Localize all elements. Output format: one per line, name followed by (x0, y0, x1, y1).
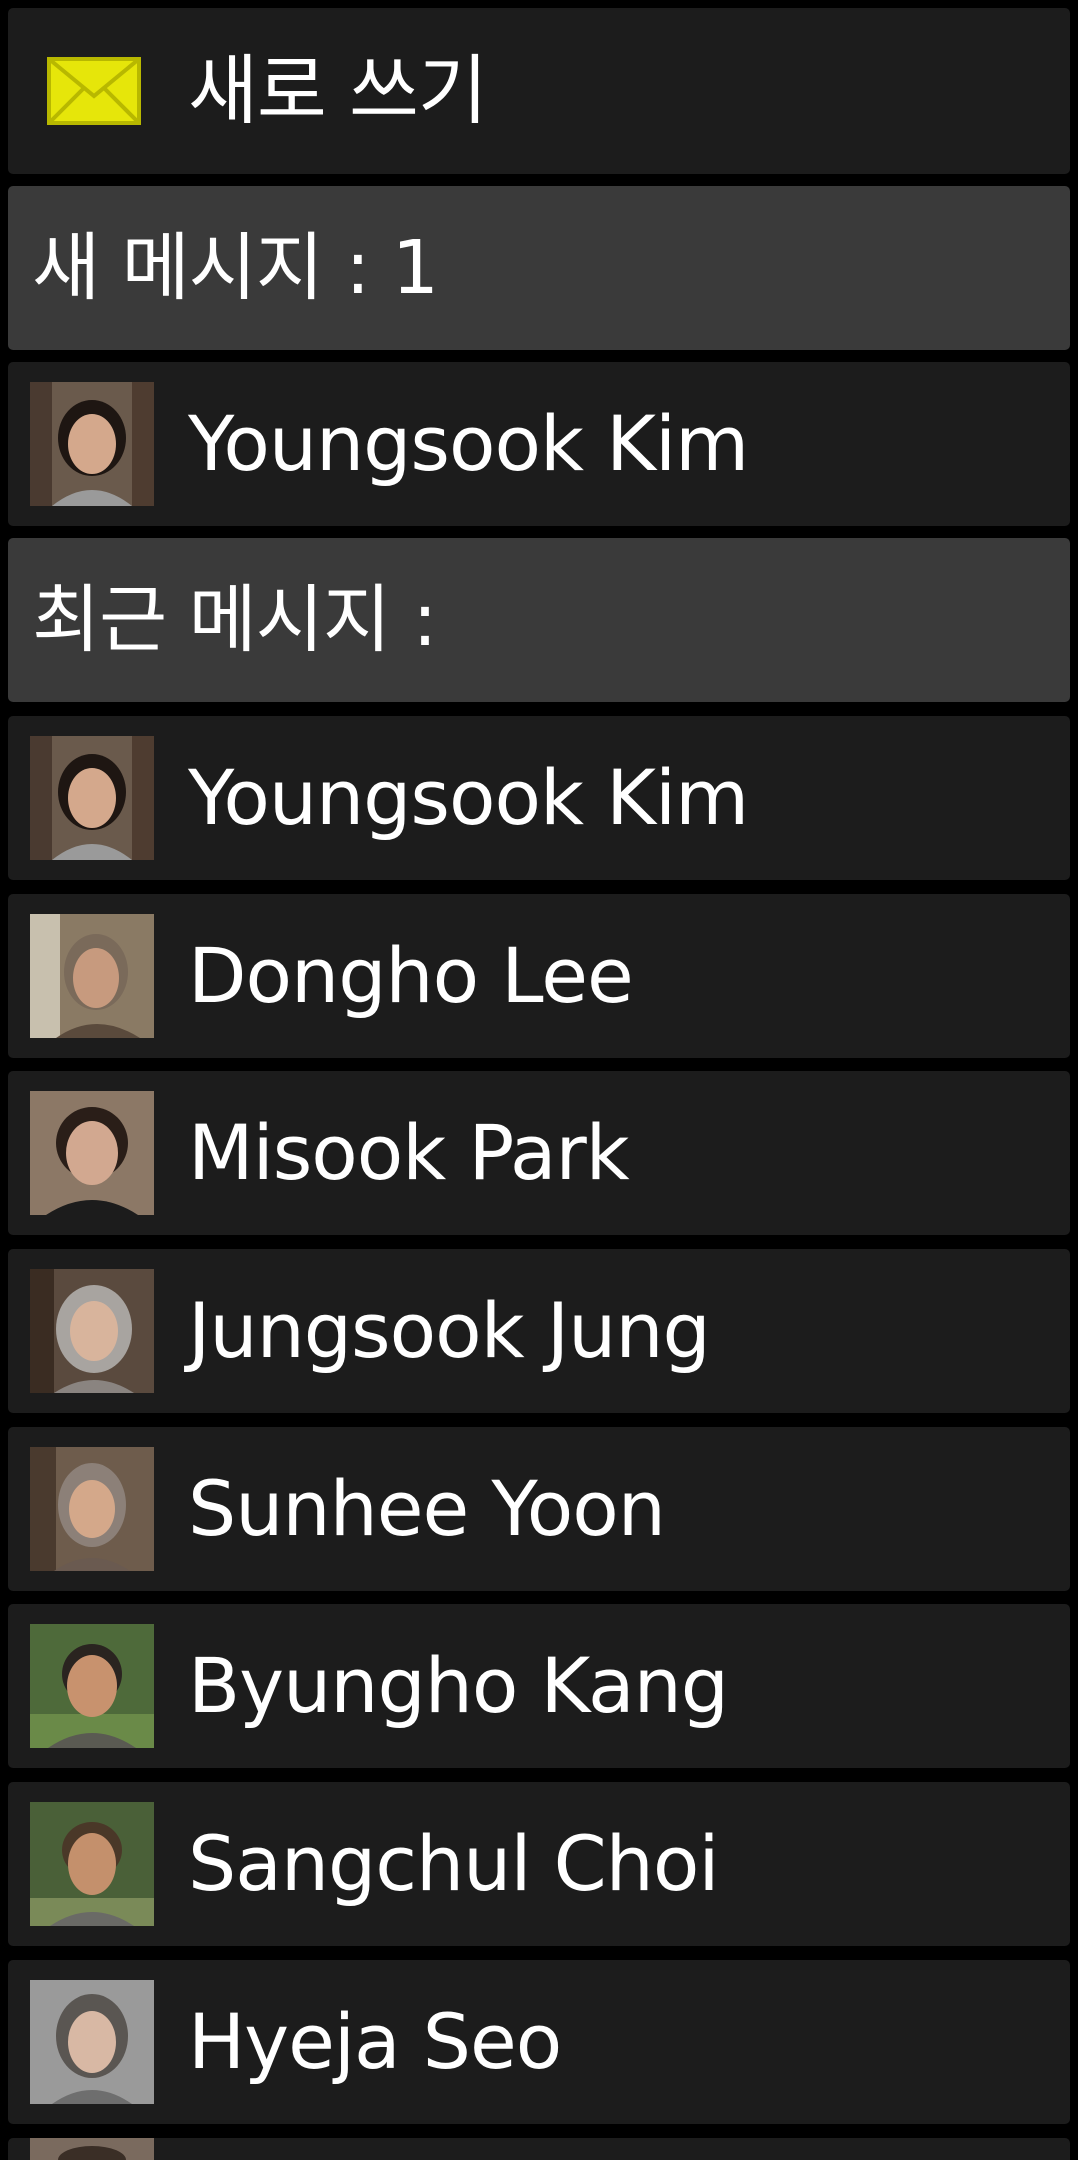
avatar (30, 1802, 154, 1926)
avatar (30, 1980, 154, 2104)
contact-name: Hyeja Seo (188, 1997, 562, 2086)
contact-name: Misook Park (188, 1108, 630, 1197)
contact-name: Youngsook Kim (188, 399, 749, 488)
contact-name: Youngsook Kim (188, 753, 749, 842)
recent-messages-header: 최근 메시지 : (8, 538, 1070, 702)
recent-message-item[interactable]: Dongho Lee (8, 894, 1070, 1058)
avatar (30, 1447, 154, 1571)
recent-message-item-partial[interactable] (8, 2138, 1070, 2160)
avatar (30, 914, 154, 1038)
contact-name: Sunhee Yoon (188, 1464, 666, 1553)
envelope-icon (47, 57, 141, 125)
avatar (30, 382, 154, 506)
recent-message-item[interactable]: Sangchul Choi (8, 1782, 1070, 1946)
recent-message-item[interactable]: Sunhee Yoon (8, 1427, 1070, 1591)
compose-label: 새로 쓰기 (188, 46, 488, 135)
avatar (30, 1269, 154, 1393)
avatar (30, 2138, 154, 2160)
recent-message-item[interactable]: Youngsook Kim (8, 716, 1070, 880)
new-messages-header: 새 메시지 : 1 (8, 186, 1070, 350)
avatar (30, 736, 154, 860)
avatar (30, 1091, 154, 1215)
contact-name: Jungsook Jung (188, 1286, 711, 1375)
recent-messages-label: 최근 메시지 : (32, 577, 437, 663)
contact-name: Sangchul Choi (188, 1819, 719, 1908)
recent-message-item[interactable]: Jungsook Jung (8, 1249, 1070, 1413)
new-message-item[interactable]: Youngsook Kim (8, 362, 1070, 526)
recent-message-item[interactable]: Hyeja Seo (8, 1960, 1070, 2124)
compose-button[interactable]: 새로 쓰기 (8, 8, 1070, 174)
avatar (30, 1624, 154, 1748)
recent-message-item[interactable]: Byungho Kang (8, 1604, 1070, 1768)
contact-name: Dongho Lee (188, 931, 634, 1020)
new-messages-label: 새 메시지 : 1 (32, 225, 439, 311)
recent-message-item[interactable]: Misook Park (8, 1071, 1070, 1235)
contact-name: Byungho Kang (188, 1641, 729, 1730)
